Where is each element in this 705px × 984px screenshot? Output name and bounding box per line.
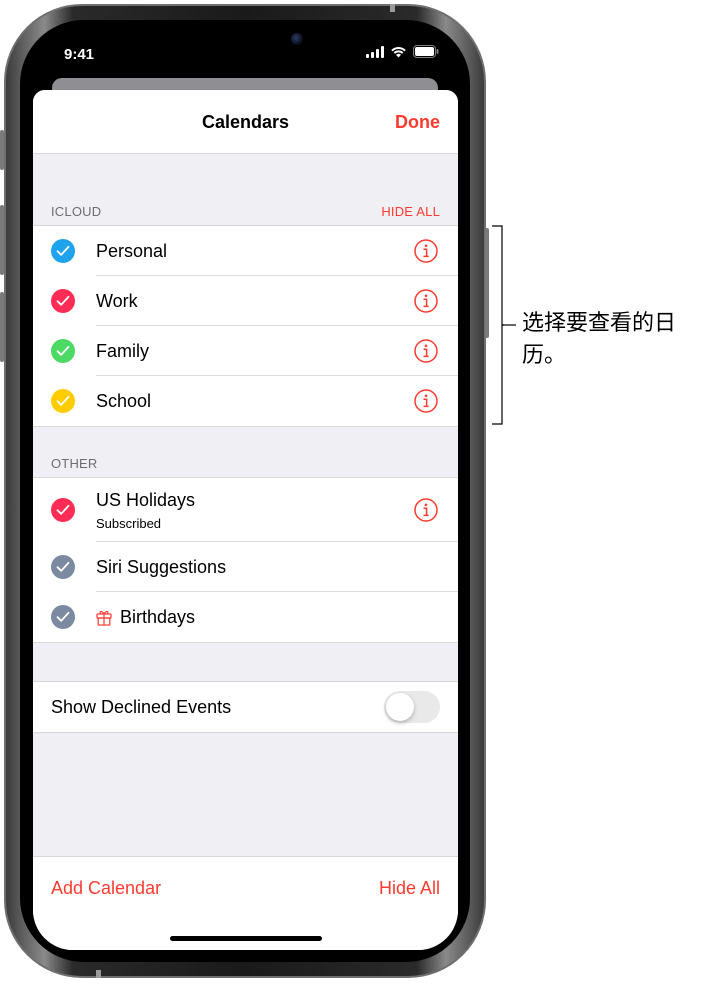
nav-bar: Calendars Done (33, 90, 458, 154)
info-icon[interactable] (414, 289, 438, 313)
checkmark-icon[interactable] (51, 289, 75, 313)
checkmark-icon[interactable] (51, 339, 75, 363)
checkmark-icon[interactable] (51, 239, 75, 263)
callout-text: 选择要查看的日历。 (522, 311, 677, 368)
checkmark-icon[interactable] (51, 389, 75, 413)
show-declined-events-row: Show Declined Events (33, 682, 458, 732)
toggle-knob (386, 693, 414, 721)
info-icon[interactable] (414, 498, 438, 522)
calendar-row-us-holidays[interactable]: US Holidays Subscribed (33, 478, 458, 542)
calendar-label: Birthdays (120, 607, 196, 627)
calendar-label: US Holidays (96, 490, 196, 510)
icloud-hide-all-button[interactable]: HIDE ALL (381, 204, 440, 219)
calendar-row-family[interactable]: Family (33, 326, 458, 376)
antenna-line-bottom (96, 970, 101, 978)
gift-icon (96, 610, 112, 626)
info-icon[interactable] (414, 339, 438, 363)
calendar-row-personal[interactable]: Personal (33, 226, 458, 276)
done-button[interactable]: Done (395, 112, 440, 133)
checkmark-icon[interactable] (51, 555, 75, 579)
show-declined-events-toggle[interactable] (384, 691, 440, 723)
other-section-header: OTHER (51, 456, 98, 471)
settings-group: Show Declined Events (33, 681, 458, 733)
callout-leader-line (502, 324, 516, 326)
calendar-label: School (96, 391, 152, 411)
checkmark-icon[interactable] (51, 605, 75, 629)
calendar-row-work[interactable]: Work (33, 276, 458, 326)
other-calendar-list: US Holidays Subscribed Siri Suggestions … (33, 477, 458, 643)
battery-icon (413, 45, 439, 58)
icloud-calendar-list: Personal Work Family School (33, 225, 458, 427)
home-indicator[interactable] (170, 936, 322, 941)
checkmark-icon[interactable] (51, 498, 75, 522)
side-button (485, 228, 489, 338)
status-time: 9:41 (64, 46, 95, 63)
icloud-section-header: ICLOUD (51, 204, 102, 219)
front-camera (291, 33, 303, 45)
calendar-label: Work (96, 291, 138, 311)
calendar-sublabel: Subscribed (96, 516, 162, 531)
show-declined-events-label: Show Declined Events (51, 697, 232, 717)
wifi-icon (391, 46, 406, 57)
calendar-label: Personal (96, 241, 168, 261)
volume-down-button (0, 292, 4, 362)
calendar-label: Siri Suggestions (96, 557, 227, 577)
info-icon[interactable] (414, 389, 438, 413)
add-calendar-button[interactable]: Add Calendar (51, 878, 161, 899)
status-icons (366, 45, 439, 58)
volume-up-button (0, 205, 4, 275)
calendar-row-siri-suggestions[interactable]: Siri Suggestions (33, 542, 458, 592)
info-icon[interactable] (414, 239, 438, 263)
hide-all-button[interactable]: Hide All (379, 878, 440, 899)
calendars-sheet: Calendars Done ICLOUD HIDE ALL Personal … (33, 90, 458, 950)
calendar-row-birthdays[interactable]: Birthdays (33, 592, 458, 642)
calendar-label: Family (96, 341, 149, 361)
calendar-row-school[interactable]: School (33, 376, 458, 426)
mute-switch (0, 130, 4, 170)
antenna-line-top (390, 4, 395, 12)
